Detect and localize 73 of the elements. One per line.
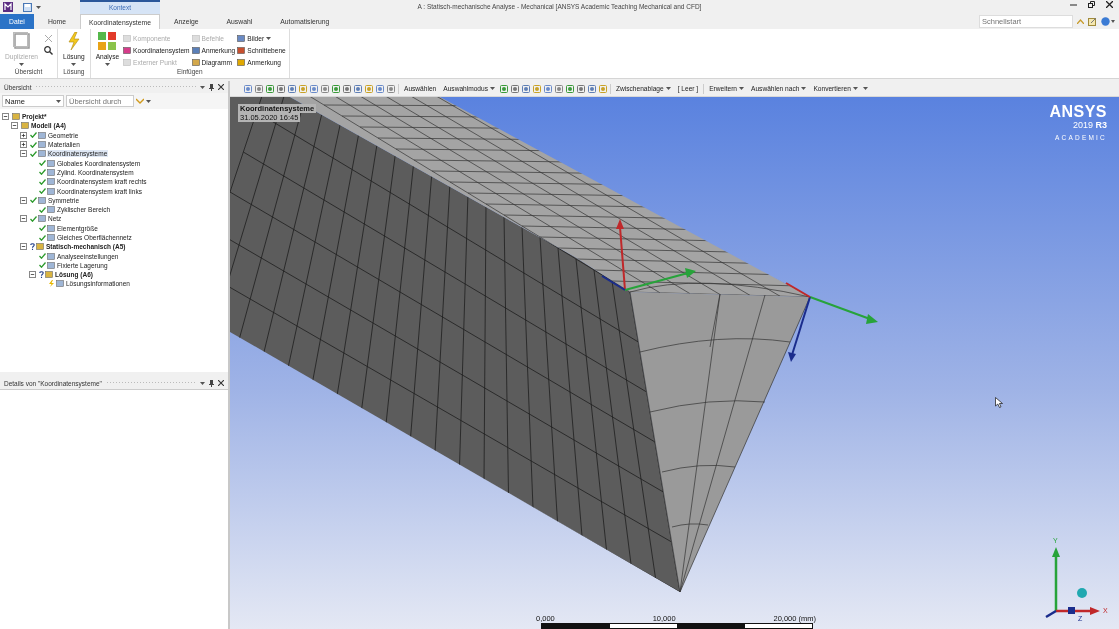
colored-grid-icon	[98, 32, 117, 50]
tool-icon[interactable]	[365, 84, 373, 93]
tool-icon[interactable]	[299, 84, 307, 93]
caret-icon	[56, 99, 61, 103]
save-icon[interactable]	[23, 2, 32, 12]
collapse-icon[interactable]	[20, 196, 27, 204]
tool-icon[interactable]	[387, 84, 395, 93]
expand-icon[interactable]	[20, 131, 27, 139]
lightning-icon	[66, 32, 81, 50]
square-icon	[191, 58, 200, 66]
collapse-icon[interactable]	[29, 271, 36, 279]
node-icon	[36, 243, 44, 251]
node-icon	[56, 280, 64, 288]
tool-icon[interactable]	[566, 84, 574, 93]
tool-icon[interactable]	[332, 84, 340, 93]
tool-icon[interactable]	[376, 84, 384, 93]
tool-icon[interactable]	[555, 84, 563, 93]
tool-icon[interactable]	[310, 84, 318, 93]
collapse-icon[interactable]	[20, 150, 27, 158]
pin-icon[interactable]	[209, 83, 214, 91]
square-icon	[237, 34, 246, 42]
caret-icon	[146, 99, 151, 103]
square-icon	[191, 34, 200, 42]
tool-icon[interactable]	[544, 84, 552, 93]
help-icon[interactable]	[1101, 17, 1115, 26]
close-icon[interactable]	[218, 380, 224, 386]
chevron-down-icon[interactable]	[136, 98, 144, 104]
chevron-up-icon[interactable]	[1077, 19, 1084, 24]
tool-icon[interactable]	[588, 84, 596, 93]
minimize-icon[interactable]	[1070, 1, 1077, 8]
notes-icon[interactable]	[1088, 17, 1097, 26]
caret-icon	[862, 87, 868, 90]
collapse-icon[interactable]	[11, 122, 18, 130]
node-icon	[47, 234, 55, 241]
close-icon[interactable]	[1106, 1, 1113, 8]
square-icon	[123, 58, 132, 66]
collapse-icon[interactable]	[20, 243, 27, 251]
tool-icon[interactable]	[599, 84, 607, 93]
logo-text: ANSYS	[1049, 103, 1107, 120]
mouse-cursor-icon	[995, 397, 1003, 408]
square-outline-icon	[12, 32, 31, 50]
caret-icon	[200, 381, 205, 385]
square-icon	[237, 46, 246, 54]
collapse-icon[interactable]	[2, 113, 9, 121]
pin-icon[interactable]	[209, 379, 214, 387]
app-logo-icon	[3, 2, 13, 12]
tool-icon[interactable]	[244, 84, 252, 93]
collapse-icon[interactable]	[20, 215, 27, 223]
node-icon	[38, 131, 46, 139]
tool-icon[interactable]	[266, 84, 274, 93]
tool-icon[interactable]	[522, 84, 530, 93]
tool-icon[interactable]	[577, 84, 585, 93]
tool-icon[interactable]	[500, 84, 508, 93]
tool-icon[interactable]	[288, 84, 296, 93]
tool-icon[interactable]	[255, 84, 263, 93]
caret-icon	[36, 5, 41, 9]
square-icon	[237, 58, 246, 66]
version-text: 2019 R3	[1072, 120, 1107, 131]
node-icon	[45, 271, 53, 279]
tool-icon[interactable]	[511, 84, 519, 93]
tool-icon[interactable]	[354, 84, 362, 93]
tool-icon[interactable]	[277, 84, 285, 93]
search-button[interactable]	[42, 44, 54, 56]
caret-icon	[200, 85, 205, 89]
square-icon	[123, 46, 132, 54]
square-icon	[191, 46, 200, 54]
tool-icon[interactable]	[343, 84, 351, 93]
tool-icon[interactable]	[533, 84, 541, 93]
close-icon[interactable]	[218, 84, 224, 90]
tool-icon[interactable]	[321, 84, 329, 93]
restore-icon[interactable]	[1088, 1, 1095, 8]
expand-icon[interactable]	[20, 141, 27, 149]
square-icon	[123, 34, 132, 42]
